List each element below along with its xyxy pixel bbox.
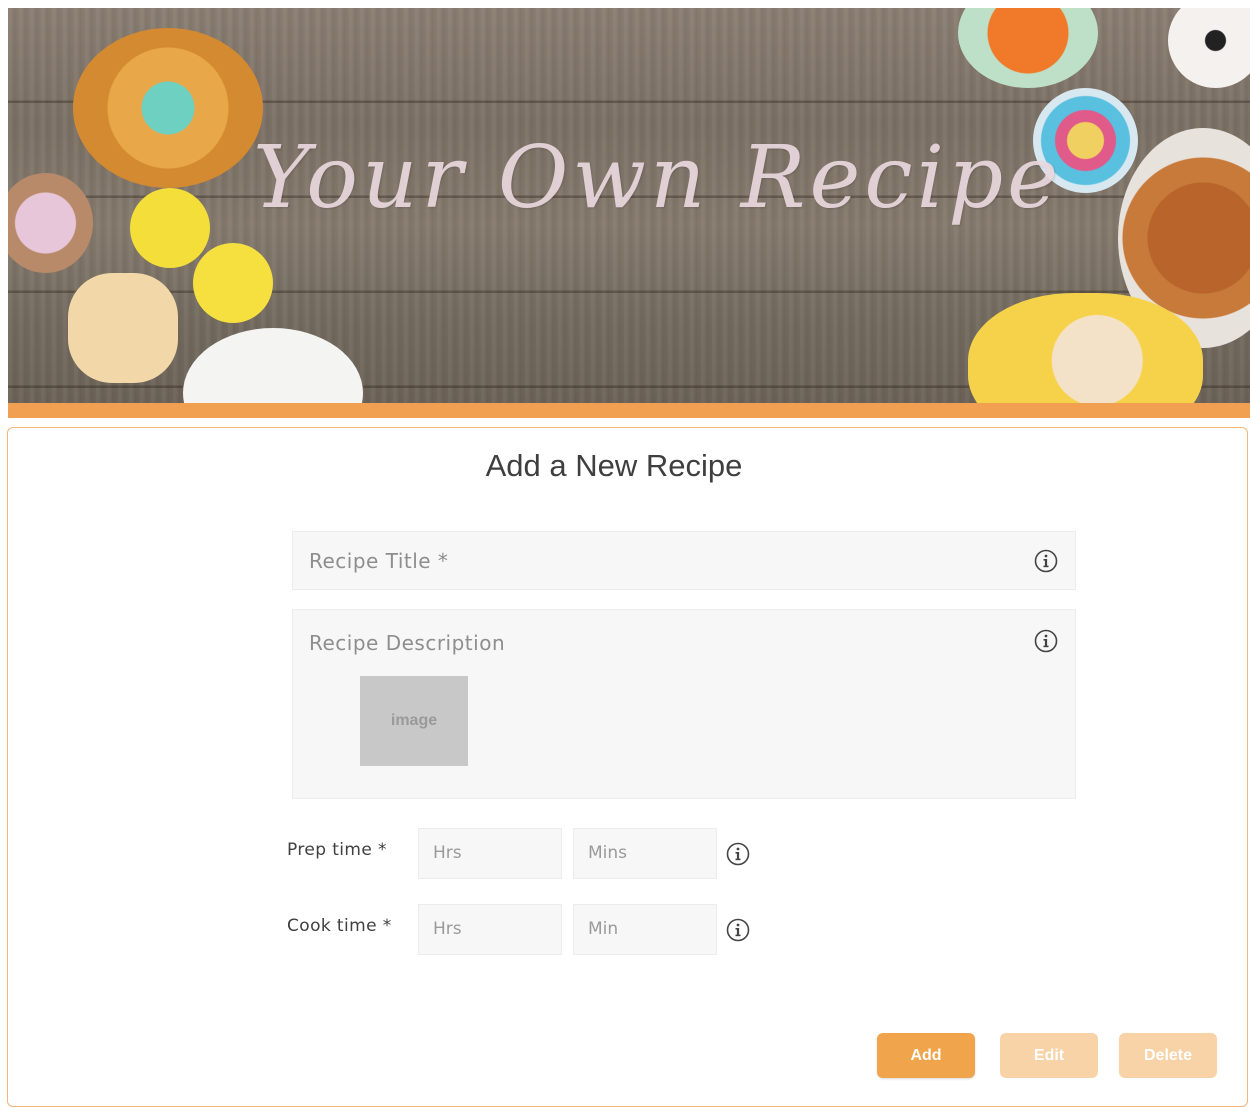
- carrot-bowl-decoration: [958, 8, 1098, 88]
- form-heading: Add a New Recipe: [485, 448, 743, 483]
- chick-decoration-2: [193, 243, 273, 323]
- info-icon[interactable]: [1034, 629, 1058, 653]
- cook-hours-input[interactable]: Hrs: [418, 904, 562, 955]
- cook-minutes-placeholder: Min: [588, 919, 619, 939]
- cookie-decoration: [68, 273, 178, 383]
- prep-hours-placeholder: Hrs: [433, 843, 462, 863]
- banner-title: Your Own Recipe: [253, 128, 1063, 228]
- egg-bowl-decoration: [8, 173, 93, 273]
- image-placeholder[interactable]: image: [360, 676, 468, 766]
- info-icon[interactable]: [726, 918, 750, 942]
- recipe-title-input[interactable]: Recipe Title *: [292, 531, 1076, 590]
- recipe-title-placeholder: Recipe Title *: [309, 549, 449, 573]
- sheep-cupcake-decoration: [1168, 8, 1250, 88]
- info-icon[interactable]: [726, 842, 750, 866]
- prep-minutes-input[interactable]: Mins: [573, 828, 717, 879]
- chick-decoration: [130, 188, 210, 268]
- bread-wreath-decoration: [73, 28, 263, 188]
- cook-time-label: Cook time *: [287, 916, 392, 936]
- cook-hours-placeholder: Hrs: [433, 919, 462, 939]
- prep-hours-input[interactable]: Hrs: [418, 828, 562, 879]
- delete-button[interactable]: Delete: [1119, 1033, 1217, 1078]
- banner-accent-bar: [8, 403, 1250, 418]
- prep-time-label: Prep time *: [287, 840, 387, 860]
- prep-minutes-placeholder: Mins: [588, 843, 628, 863]
- bunny-cookies-decoration: [968, 293, 1203, 403]
- plate-decoration: [183, 328, 363, 403]
- info-icon[interactable]: [1034, 549, 1058, 573]
- edit-button[interactable]: Edit: [1000, 1033, 1098, 1078]
- cook-minutes-input[interactable]: Min: [573, 904, 717, 955]
- hero-banner: Your Own Recipe: [8, 8, 1250, 403]
- add-button[interactable]: Add: [877, 1033, 975, 1078]
- recipe-description-placeholder: Recipe Description: [309, 631, 506, 655]
